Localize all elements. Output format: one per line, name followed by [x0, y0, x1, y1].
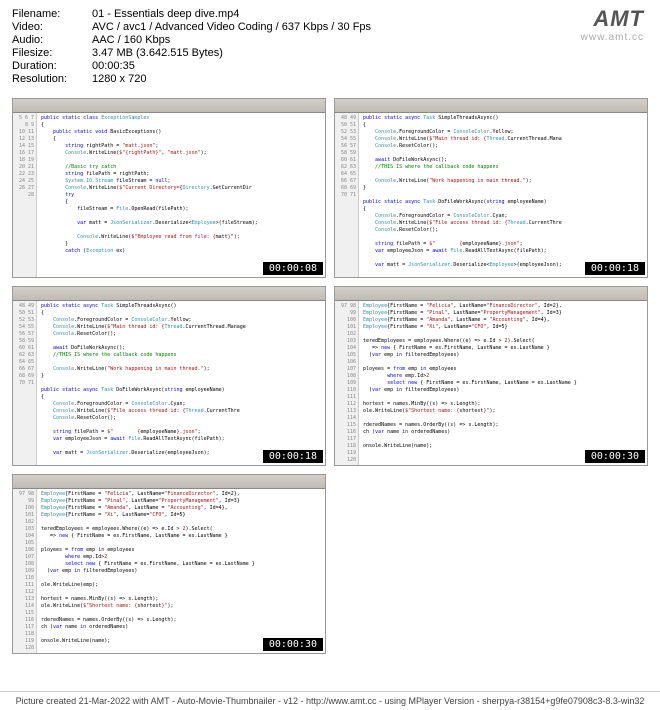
line-gutter: 5 6 7 8 9 10 11 12 13 14 15 16 17 18 19 …	[13, 113, 37, 277]
footer-credits: Picture created 21-Mar-2022 with AMT - A…	[0, 691, 660, 710]
code-content: Employee{FirstName = "Felicia", LastName…	[37, 489, 325, 653]
meta-value: 1280 x 720	[92, 73, 648, 85]
line-gutter: 48 49 50 51 52 53 54 55 56 57 58 59 60 6…	[335, 113, 359, 277]
meta-label: Audio:	[12, 34, 92, 46]
ide-titlebar	[13, 475, 325, 489]
code-pane: 97 98 99 100 101 102 103 104 105 106 107…	[335, 301, 647, 465]
meta-label: Resolution:	[12, 73, 92, 85]
thumbnail: 48 49 50 51 52 53 54 55 56 57 58 59 60 6…	[12, 286, 326, 466]
line-gutter: 48 49 50 51 52 53 54 55 56 57 58 59 60 6…	[13, 301, 37, 465]
meta-label: Filesize:	[12, 47, 92, 59]
code-pane: 97 98 99 100 101 102 103 104 105 106 107…	[13, 489, 325, 653]
metadata-header: AMT www.amt.cc Filename:01 - Essentials …	[0, 0, 660, 90]
meta-value: AVC / avc1 / Advanced Video Coding / 637…	[92, 21, 648, 33]
meta-label: Duration:	[12, 60, 92, 72]
meta-row: Filename:01 - Essentials deep dive.mp4	[12, 8, 648, 20]
meta-row: Video:AVC / avc1 / Advanced Video Coding…	[12, 21, 648, 33]
meta-value: AAC / 160 Kbps	[92, 34, 648, 46]
code-pane: 48 49 50 51 52 53 54 55 56 57 58 59 60 6…	[13, 301, 325, 465]
timestamp-badge: 00:00:18	[263, 450, 323, 463]
code-pane: 5 6 7 8 9 10 11 12 13 14 15 16 17 18 19 …	[13, 113, 325, 277]
ide-titlebar	[13, 99, 325, 113]
meta-row: Duration:00:00:35	[12, 60, 648, 72]
logo-url: www.amt.cc	[581, 32, 644, 43]
code-content: public static class ExceptionSamples { p…	[37, 113, 325, 277]
line-gutter: 97 98 99 100 101 102 103 104 105 106 107…	[335, 301, 359, 465]
ide-titlebar	[13, 287, 325, 301]
thumbnail: 97 98 99 100 101 102 103 104 105 106 107…	[12, 474, 326, 654]
code-pane: 48 49 50 51 52 53 54 55 56 57 58 59 60 6…	[335, 113, 647, 277]
thumbnail: 97 98 99 100 101 102 103 104 105 106 107…	[334, 286, 648, 466]
thumbnail: 5 6 7 8 9 10 11 12 13 14 15 16 17 18 19 …	[12, 98, 326, 278]
timestamp-badge: 00:00:18	[585, 262, 645, 275]
line-gutter: 97 98 99 100 101 102 103 104 105 106 107…	[13, 489, 37, 653]
ide-titlebar	[335, 287, 647, 301]
meta-row: Audio:AAC / 160 Kbps	[12, 34, 648, 46]
timestamp-badge: 00:00:08	[263, 262, 323, 275]
meta-row: Filesize:3.47 MB (3.642.515 Bytes)	[12, 47, 648, 59]
thumbnail: 48 49 50 51 52 53 54 55 56 57 58 59 60 6…	[334, 98, 648, 278]
thumbnail-grid: 5 6 7 8 9 10 11 12 13 14 15 16 17 18 19 …	[0, 90, 660, 662]
timestamp-badge: 00:00:30	[263, 638, 323, 651]
code-content: Employee{FirstName = "Felicia", LastName…	[359, 301, 647, 465]
code-content: public static async Task SimpleThreadsAs…	[359, 113, 647, 277]
timestamp-badge: 00:00:30	[585, 450, 645, 463]
amt-logo: AMT www.amt.cc	[581, 6, 644, 43]
meta-row: Resolution:1280 x 720	[12, 73, 648, 85]
meta-label: Filename:	[12, 8, 92, 20]
meta-label: Video:	[12, 21, 92, 33]
code-content: public static async Task SimpleThreadsAs…	[37, 301, 325, 465]
meta-value: 01 - Essentials deep dive.mp4	[92, 8, 648, 20]
meta-value: 00:00:35	[92, 60, 648, 72]
logo-text: AMT	[581, 6, 644, 32]
meta-value: 3.47 MB (3.642.515 Bytes)	[92, 47, 648, 59]
ide-titlebar	[335, 99, 647, 113]
